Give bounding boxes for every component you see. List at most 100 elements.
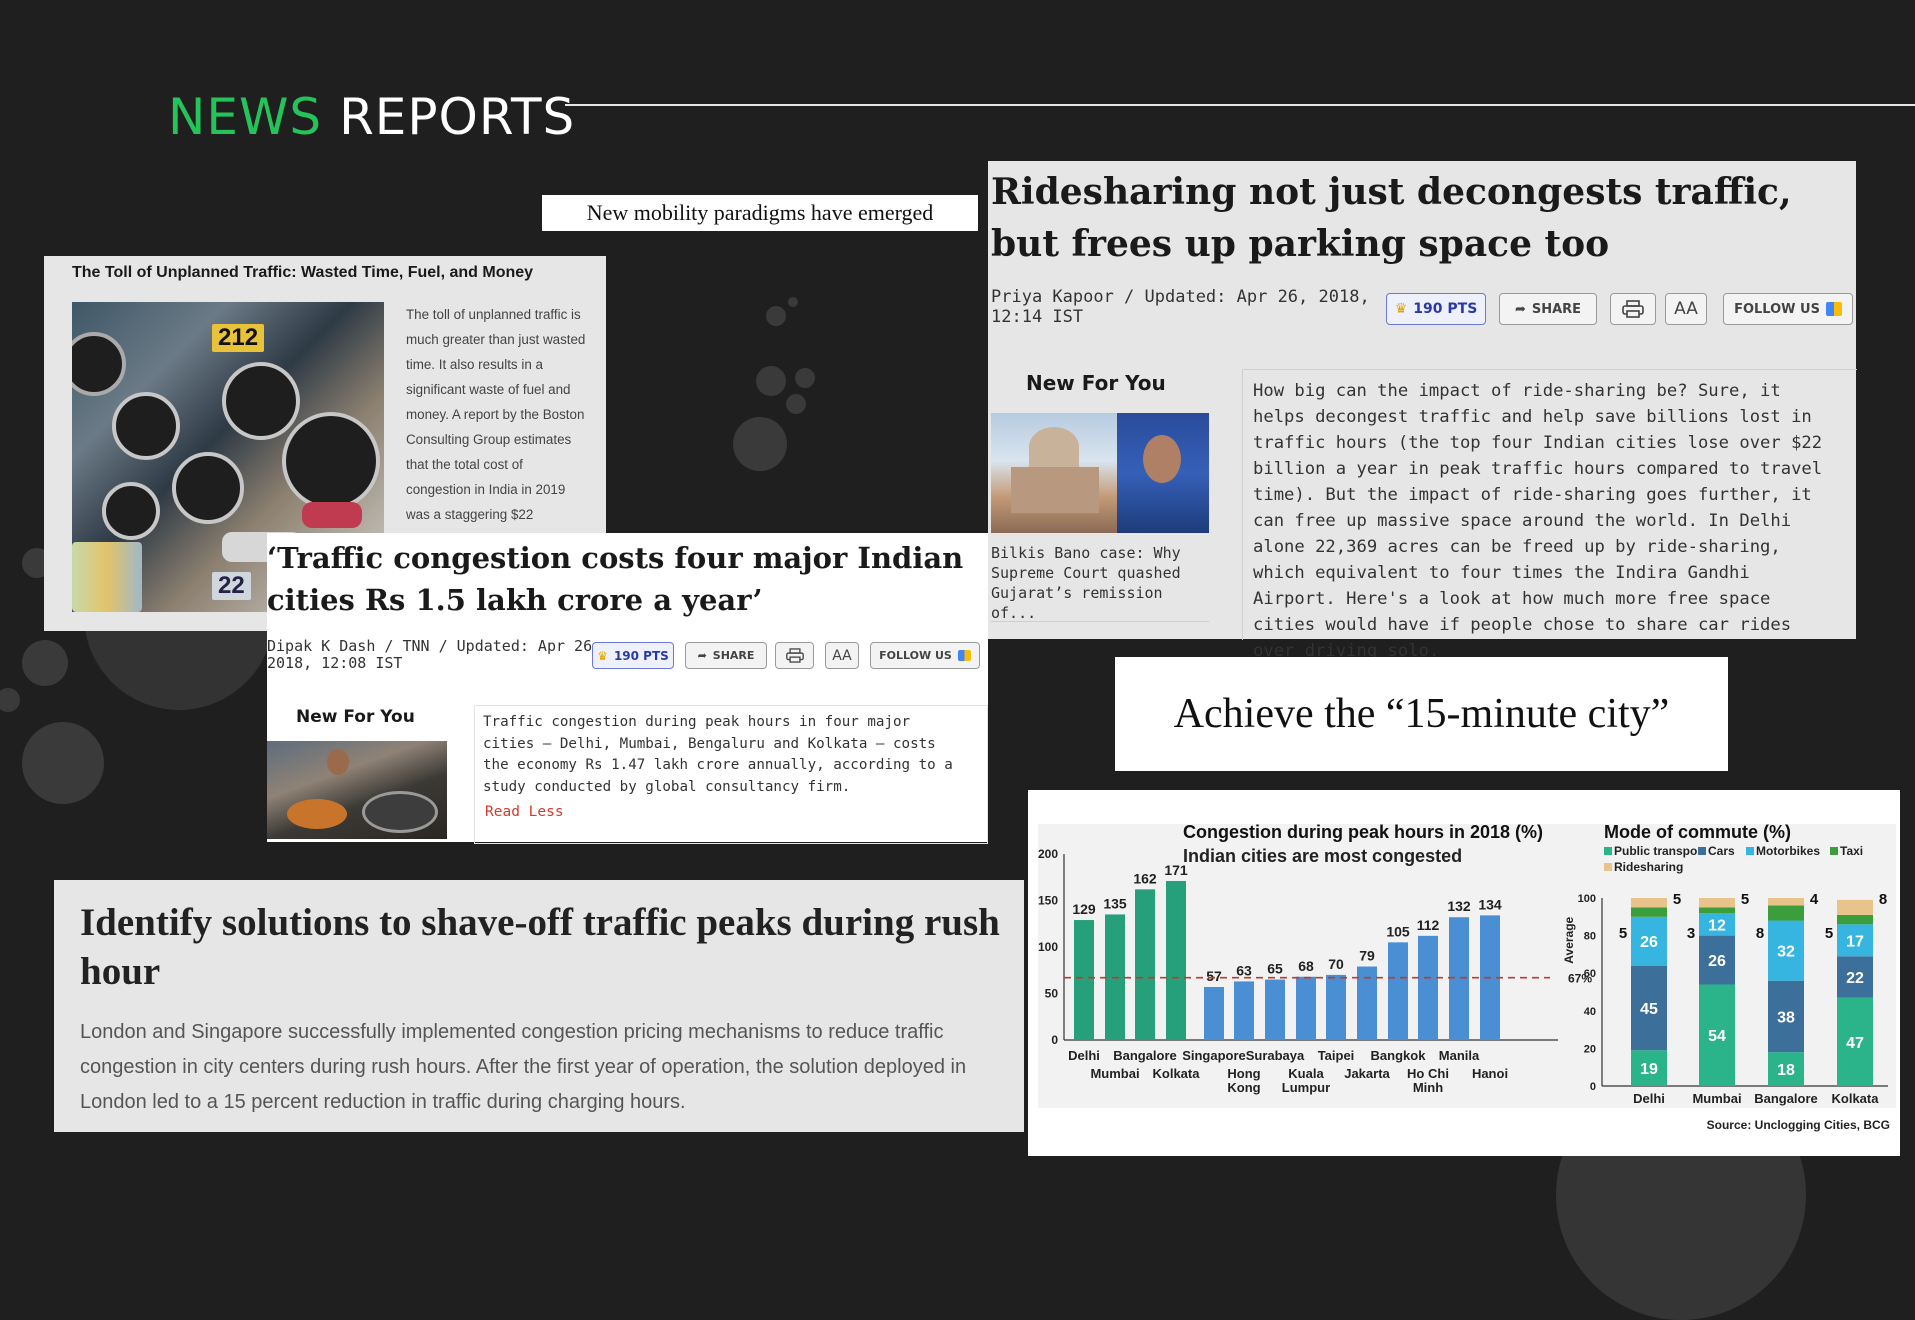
toll-card-body: The toll of unplanned traffic is much gr… [406, 307, 586, 522]
data-label: 5 [1673, 891, 1681, 908]
bar [1204, 986, 1224, 1040]
data-label: 65 [1267, 961, 1283, 977]
data-label: 135 [1103, 895, 1127, 911]
read-less-link[interactable]: Read Less [485, 804, 564, 820]
legend-swatch [1698, 847, 1706, 855]
bar [1388, 942, 1408, 1040]
decorative-circle [733, 417, 787, 471]
data-label: 45 [1640, 1001, 1658, 1018]
data-label: 26 [1640, 934, 1658, 951]
data-label: 132 [1447, 898, 1471, 914]
data-label: 4 [1810, 891, 1819, 908]
decorative-circle [756, 366, 786, 396]
print-button[interactable] [775, 642, 814, 669]
text-size-button[interactable]: AA [825, 642, 859, 669]
court-thumbnail [991, 413, 1209, 533]
data-label: 12 [1708, 917, 1726, 934]
google-news-icon [957, 650, 971, 661]
data-label: 3 [1687, 925, 1695, 942]
solutions-body: London and Singapore successfully implem… [80, 1021, 967, 1113]
new-for-you-heading: New For You [296, 707, 415, 727]
stacked-bar-segment [1768, 905, 1804, 921]
points-label: 190 PTS [1413, 301, 1478, 317]
data-label: 32 [1777, 944, 1795, 961]
charts-panel: Congestion during peak hours in 2018 (%)… [1028, 790, 1900, 1156]
x-tick-label: Delhi [1633, 1091, 1665, 1106]
x-tick-label: Singapore [1182, 1048, 1246, 1063]
text-size-button[interactable]: AA [1665, 293, 1707, 325]
y-tick-label: 80 [1584, 931, 1596, 943]
y-tick-label: 100 [1578, 893, 1596, 905]
bar [1296, 976, 1316, 1040]
share-button[interactable]: ➦ SHARE [685, 642, 767, 669]
data-label: 26 [1708, 953, 1726, 970]
decorative-circle [795, 368, 815, 388]
points-button[interactable]: ♛ 190 PTS [1386, 293, 1486, 325]
follow-us-label: FOLLOW US [879, 649, 952, 662]
thumbnail-caption: Bilkis Bano case: Why Supreme Court quas… [991, 544, 1181, 622]
congestion-article: ‘Traffic congestion costs four major Ind… [267, 533, 988, 844]
x-tick-label: Jakarta [1344, 1066, 1390, 1081]
mobility-banner-text: New mobility paradigms have emerged [586, 200, 934, 225]
share-label: SHARE [712, 649, 755, 662]
ridesharing-article: Ridesharing not just decongests traffic,… [988, 161, 1857, 661]
decorative-circle [22, 640, 68, 686]
y-tick-label: 20 [1584, 1043, 1596, 1055]
decorative-circle [22, 722, 104, 804]
congestion-body-box: Traffic congestion during peak hours in … [474, 705, 988, 844]
data-label: 19 [1640, 1061, 1658, 1078]
follow-us-button[interactable]: FOLLOW US [870, 642, 980, 669]
decorative-circle [766, 306, 786, 326]
data-label: 17 [1846, 933, 1864, 950]
ridesharing-meta: Priya Kapoor / Updated: Apr 26, 2018, 12… [991, 287, 1370, 327]
stacked-bar-segment [1837, 914, 1873, 925]
y-tick-label: 40 [1584, 1006, 1596, 1018]
bar [1418, 935, 1438, 1040]
x-tick-label: Kuala Lumpur [1282, 1066, 1330, 1095]
legend-swatch [1746, 847, 1754, 855]
crown-icon: ♛ [597, 648, 608, 663]
points-button[interactable]: ♛ 190 PTS [592, 642, 674, 669]
congestion-body: Traffic congestion during peak hours in … [483, 714, 953, 795]
legend-swatch [1604, 863, 1612, 871]
data-label: 5 [1619, 925, 1627, 942]
stacked-bar-segment [1631, 907, 1667, 917]
data-label: 18 [1777, 1062, 1795, 1079]
fifteen-minute-banner-text: Achieve the “15-minute city” [1173, 691, 1670, 737]
points-label: 190 PTS [613, 648, 669, 663]
caption-divider [991, 621, 1209, 622]
follow-us-label: FOLLOW US [1734, 301, 1820, 317]
data-label: 38 [1777, 1009, 1795, 1026]
bar [1326, 974, 1346, 1040]
x-tick-label: Kolkata [1153, 1066, 1201, 1081]
data-label: 63 [1236, 962, 1252, 978]
data-label: 5 [1825, 925, 1833, 942]
clocks-image-tag: 212 [212, 324, 265, 352]
printer-icon [785, 648, 804, 663]
follow-us-button[interactable]: FOLLOW US [1723, 293, 1853, 325]
congestion-meta-line: 2018, 12:08 IST [267, 654, 403, 672]
data-label: 70 [1328, 956, 1344, 972]
new-for-you-heading: New For You [1026, 371, 1166, 395]
x-tick-label: Bangalore [1754, 1091, 1818, 1106]
stacked-bar-segment [1768, 898, 1804, 906]
decorative-circle [786, 394, 806, 414]
data-label: 134 [1478, 896, 1502, 912]
legend-label: Cars [1708, 844, 1735, 858]
chart-source: Source: Unclogging Cities, BCG [1707, 1118, 1890, 1132]
bar [1135, 889, 1155, 1040]
y-tick-label: 100 [1038, 940, 1058, 954]
data-label: 162 [1133, 870, 1157, 886]
y-tick-label: 150 [1038, 894, 1058, 908]
y-tick-label: 200 [1038, 847, 1058, 861]
data-label: 105 [1386, 923, 1410, 939]
y-tick-label: 60 [1584, 968, 1596, 980]
clocks-image-tag: 22 [212, 572, 251, 600]
data-label: 171 [1164, 862, 1188, 878]
share-icon: ➦ [697, 649, 707, 662]
data-label: 79 [1359, 948, 1375, 964]
share-button[interactable]: ➦ SHARE [1499, 293, 1597, 325]
x-tick-label: Surabaya [1246, 1048, 1305, 1063]
print-button[interactable] [1610, 293, 1656, 325]
food-thumbnail [267, 741, 447, 839]
